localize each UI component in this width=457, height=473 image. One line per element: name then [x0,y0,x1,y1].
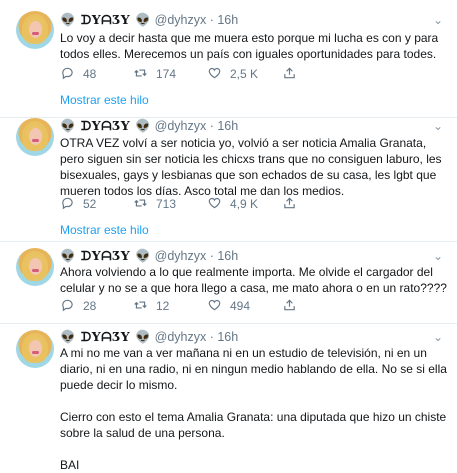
show-thread-link[interactable]: Mostrar este hilo [60,222,149,238]
tweet[interactable]: 👽 ᗪYᗩƷY 👽 @dyhzyx · 16h ⌄ OTRA VEZ volví… [0,118,457,241]
heart-icon [208,197,221,209]
share-button[interactable] [282,66,305,82]
retweet-button[interactable]: 174 [133,66,176,82]
avatar[interactable] [16,118,54,156]
share-button[interactable] [282,196,305,212]
handle[interactable]: @dyhzyx [155,249,207,263]
avatar[interactable] [16,248,54,286]
display-name[interactable]: 👽 ᗪYᗩƷY 👽 [60,248,151,263]
timestamp[interactable]: 16h [217,249,238,263]
separator: · [209,330,214,344]
share-icon [284,299,295,311]
reply-icon [62,197,73,210]
show-thread-link[interactable]: Mostrar este hilo [60,92,149,108]
reply-button[interactable]: 48 [60,66,96,82]
retweet-icon [134,199,147,207]
reply-icon [62,299,73,312]
chevron-down-icon[interactable]: ⌄ [433,331,443,343]
heart-icon [208,67,221,79]
chevron-down-icon[interactable]: ⌄ [433,250,443,262]
share-button[interactable] [282,298,305,314]
tweet-header: 👽 ᗪYᗩƷY 👽 @dyhzyx · 16h [60,118,238,134]
tweet-header: 👽 ᗪYᗩƷY 👽 @dyhzyx · 16h [60,329,238,345]
reply-button[interactable]: 28 [60,298,96,314]
handle[interactable]: @dyhzyx [155,119,207,133]
tweet-text: A mi no me van a ver mañana ni en un est… [60,346,447,472]
timestamp[interactable]: 16h [217,119,238,133]
timestamp[interactable]: 16h [217,13,238,27]
tweet-actions: 28 12 494 [60,298,360,314]
retweet-count: 174 [156,67,177,81]
share-icon [284,67,295,79]
retweet-icon [134,69,147,77]
like-button[interactable]: 4,9 K [207,196,258,212]
tweet-text: OTRA VEZ volví a ser noticia yo, volvió … [60,136,445,198]
display-name[interactable]: 👽 ᗪYᗩƷY 👽 [60,12,151,27]
avatar[interactable] [16,330,54,368]
retweet-count: 12 [156,299,170,313]
timestamp[interactable]: 16h [217,330,238,344]
tweet-actions: 48 174 2,5 K [60,66,360,82]
like-count: 494 [230,299,251,313]
like-button[interactable]: 494 [207,298,250,314]
share-icon [284,197,295,209]
separator: · [209,249,214,263]
chevron-down-icon[interactable]: ⌄ [433,120,443,132]
tweet-text: Ahora volviendo a lo que realmente impor… [60,265,447,295]
retweet-button[interactable]: 713 [133,196,176,212]
display-name[interactable]: 👽 ᗪYᗩƷY 👽 [60,118,151,133]
reply-count: 48 [83,67,97,81]
reply-icon [62,67,73,80]
handle[interactable]: @dyhzyx [155,13,207,27]
tweet[interactable]: 👽 ᗪYᗩƷY 👽 @dyhzyx · 16h ⌄ A mi no me van… [0,324,457,472]
reply-count: 28 [83,299,97,313]
separator: · [209,119,214,133]
retweet-button[interactable]: 12 [133,298,169,314]
handle[interactable]: @dyhzyx [155,330,207,344]
tweet-header: 👽 ᗪYᗩƷY 👽 @dyhzyx · 16h [60,248,238,264]
tweet-text: Lo voy a decir hasta que me muera esto p… [60,31,442,61]
like-count: 4,9 K [230,197,259,211]
avatar[interactable] [16,11,54,49]
reply-count: 52 [83,197,97,211]
tweet[interactable]: 👽 ᗪYᗩƷY 👽 @dyhzyx · 16h ⌄ Lo voy a decir… [0,0,457,117]
reply-button[interactable]: 52 [60,196,96,212]
tweet-header: 👽 ᗪYᗩƷY 👽 @dyhzyx · 16h [60,12,238,28]
retweet-icon [134,301,147,309]
retweet-count: 713 [156,197,177,211]
tweet[interactable]: 👽 ᗪYᗩƷY 👽 @dyhzyx · 16h ⌄ Ahora volviend… [0,242,457,324]
chevron-down-icon[interactable]: ⌄ [433,14,443,26]
tweet-actions: 52 713 4,9 K [60,196,360,212]
like-button[interactable]: 2,5 K [207,66,258,82]
like-count: 2,5 K [230,67,259,81]
display-name[interactable]: 👽 ᗪYᗩƷY 👽 [60,329,151,344]
heart-icon [208,299,221,311]
separator: · [209,13,214,27]
